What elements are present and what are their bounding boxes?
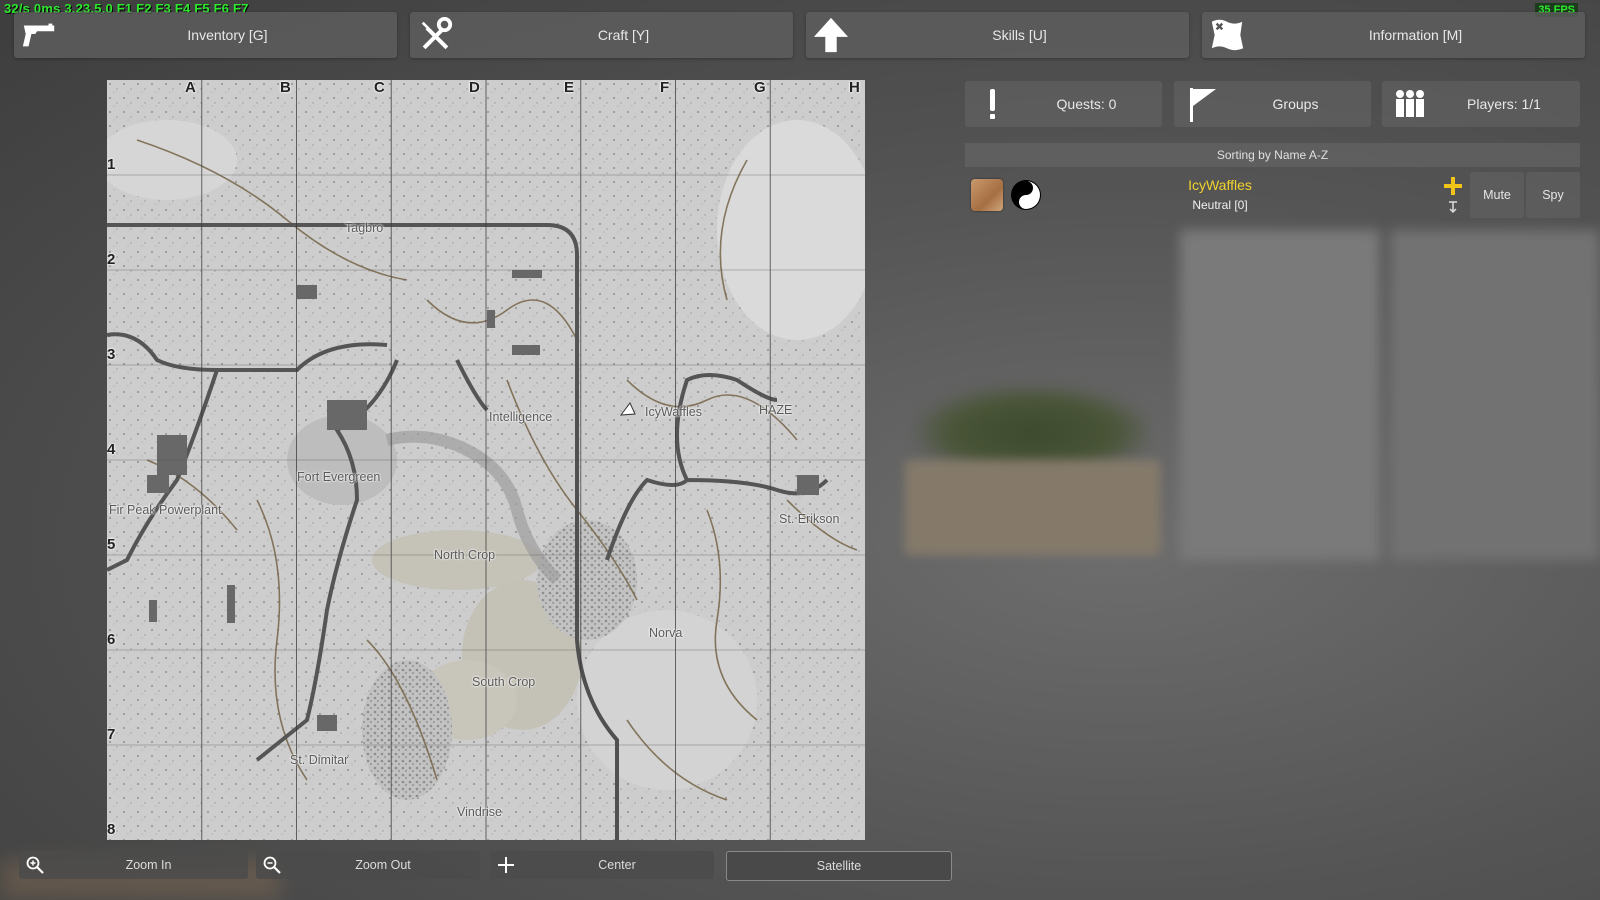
location-intelligence: Intelligence	[489, 410, 553, 424]
location-haze: HAZE	[759, 403, 793, 417]
location-st-erikson: St. Erikson	[779, 512, 840, 526]
tab-craft-label: Craft [Y]	[597, 27, 650, 43]
location-south-crop: South Crop	[472, 675, 536, 689]
location-fort-evergreen: Fort Evergreen	[297, 470, 381, 484]
zoom-in-label: Zoom In	[125, 858, 172, 872]
map-scroll-icon	[1211, 19, 1244, 51]
player-marker-icon	[620, 402, 636, 416]
top-tab-bar: Inventory [G] Craft [Y] Skills [U] Infor…	[14, 12, 1586, 58]
grid-col-h: H	[849, 80, 860, 96]
grid-col-f: F	[660, 80, 670, 96]
mute-button[interactable]: Mute	[1470, 172, 1524, 218]
location-player-icywaffles: IcyWaffles	[645, 405, 702, 419]
grid-row-1: 1	[107, 156, 116, 173]
grid-row-4: 4	[107, 441, 116, 458]
tools-icon	[421, 16, 453, 50]
tab-skills[interactable]: Skills [U]	[806, 12, 1189, 58]
arrow-up-icon	[813, 17, 849, 53]
groups-label: Groups	[1272, 96, 1319, 112]
tab-craft[interactable]: Craft [Y]	[410, 12, 793, 58]
player-status: Neutral [0]	[1192, 198, 1248, 212]
location-vindrise: Vindrise	[457, 805, 502, 819]
grid-col-e: E	[564, 80, 575, 96]
yin-yang-icon	[1011, 180, 1041, 210]
add-player-icon[interactable]	[1442, 175, 1464, 197]
exclamation-icon	[990, 89, 995, 119]
grid-col-a: A	[185, 80, 196, 96]
pistol-icon	[22, 23, 55, 47]
world-map[interactable]: A B C D E F G H 1 2 3 4 5 6 7 8 Tagbro I…	[107, 80, 865, 840]
player-list-item: IcyWaffles Neutral [0] Mute Spy	[965, 172, 1580, 218]
grid-row-2: 2	[107, 251, 116, 268]
grid-row-3: 3	[107, 346, 116, 363]
flag-icon	[1190, 88, 1216, 122]
spy-button[interactable]: Spy	[1526, 172, 1580, 218]
map-terrain	[107, 80, 865, 840]
grid-row-6: 6	[107, 631, 116, 648]
sorting-button[interactable]: Sorting by Name A-Z	[965, 143, 1580, 167]
player-name: IcyWaffles	[1188, 177, 1252, 193]
zoom-out-button[interactable]: Zoom Out	[256, 851, 480, 879]
center-button[interactable]: Center	[490, 851, 714, 879]
location-tagbro: Tagbro	[345, 221, 384, 235]
location-st-dimitar: St. Dimitar	[290, 753, 349, 767]
tab-inventory-label: Inventory [G]	[187, 27, 268, 43]
players-icon	[1396, 90, 1424, 117]
tab-players[interactable]: Players: 1/1	[1382, 81, 1580, 127]
players-label: Players: 1/1	[1467, 96, 1541, 112]
tab-information[interactable]: Information [M]	[1202, 12, 1585, 58]
center-label: Center	[598, 858, 636, 872]
grid-col-g: G	[754, 80, 766, 96]
satellite-label: Satellite	[816, 859, 862, 873]
avatar	[971, 179, 1003, 211]
tab-groups[interactable]: Groups	[1174, 81, 1371, 127]
grid-col-d: D	[469, 80, 480, 96]
location-north-crop: North Crop	[434, 548, 496, 562]
grid-row-7: 7	[107, 726, 116, 743]
tab-quests[interactable]: Quests: 0	[965, 81, 1162, 127]
plus-icon	[498, 857, 514, 873]
grid-col-c: C	[374, 80, 385, 96]
tab-skills-label: Skills [U]	[992, 27, 1047, 43]
quests-label: Quests: 0	[1056, 96, 1117, 112]
location-fir-peak-powerplant: Fir Peak Powerplant	[109, 503, 222, 517]
grid-row-8: 8	[107, 821, 116, 838]
satellite-button[interactable]: Satellite	[726, 851, 952, 881]
grid-row-5: 5	[107, 536, 116, 553]
zoom-in-icon	[26, 856, 44, 874]
down-arrow-icon[interactable]	[1446, 199, 1460, 215]
zoom-out-icon	[263, 856, 281, 874]
location-norva: Norva	[649, 626, 683, 640]
tab-inventory[interactable]: Inventory [G]	[14, 12, 397, 58]
zoom-in-button[interactable]: Zoom In	[19, 851, 248, 879]
grid-col-b: B	[280, 80, 291, 96]
zoom-out-label: Zoom Out	[355, 858, 411, 872]
tab-information-label: Information [M]	[1368, 27, 1463, 43]
